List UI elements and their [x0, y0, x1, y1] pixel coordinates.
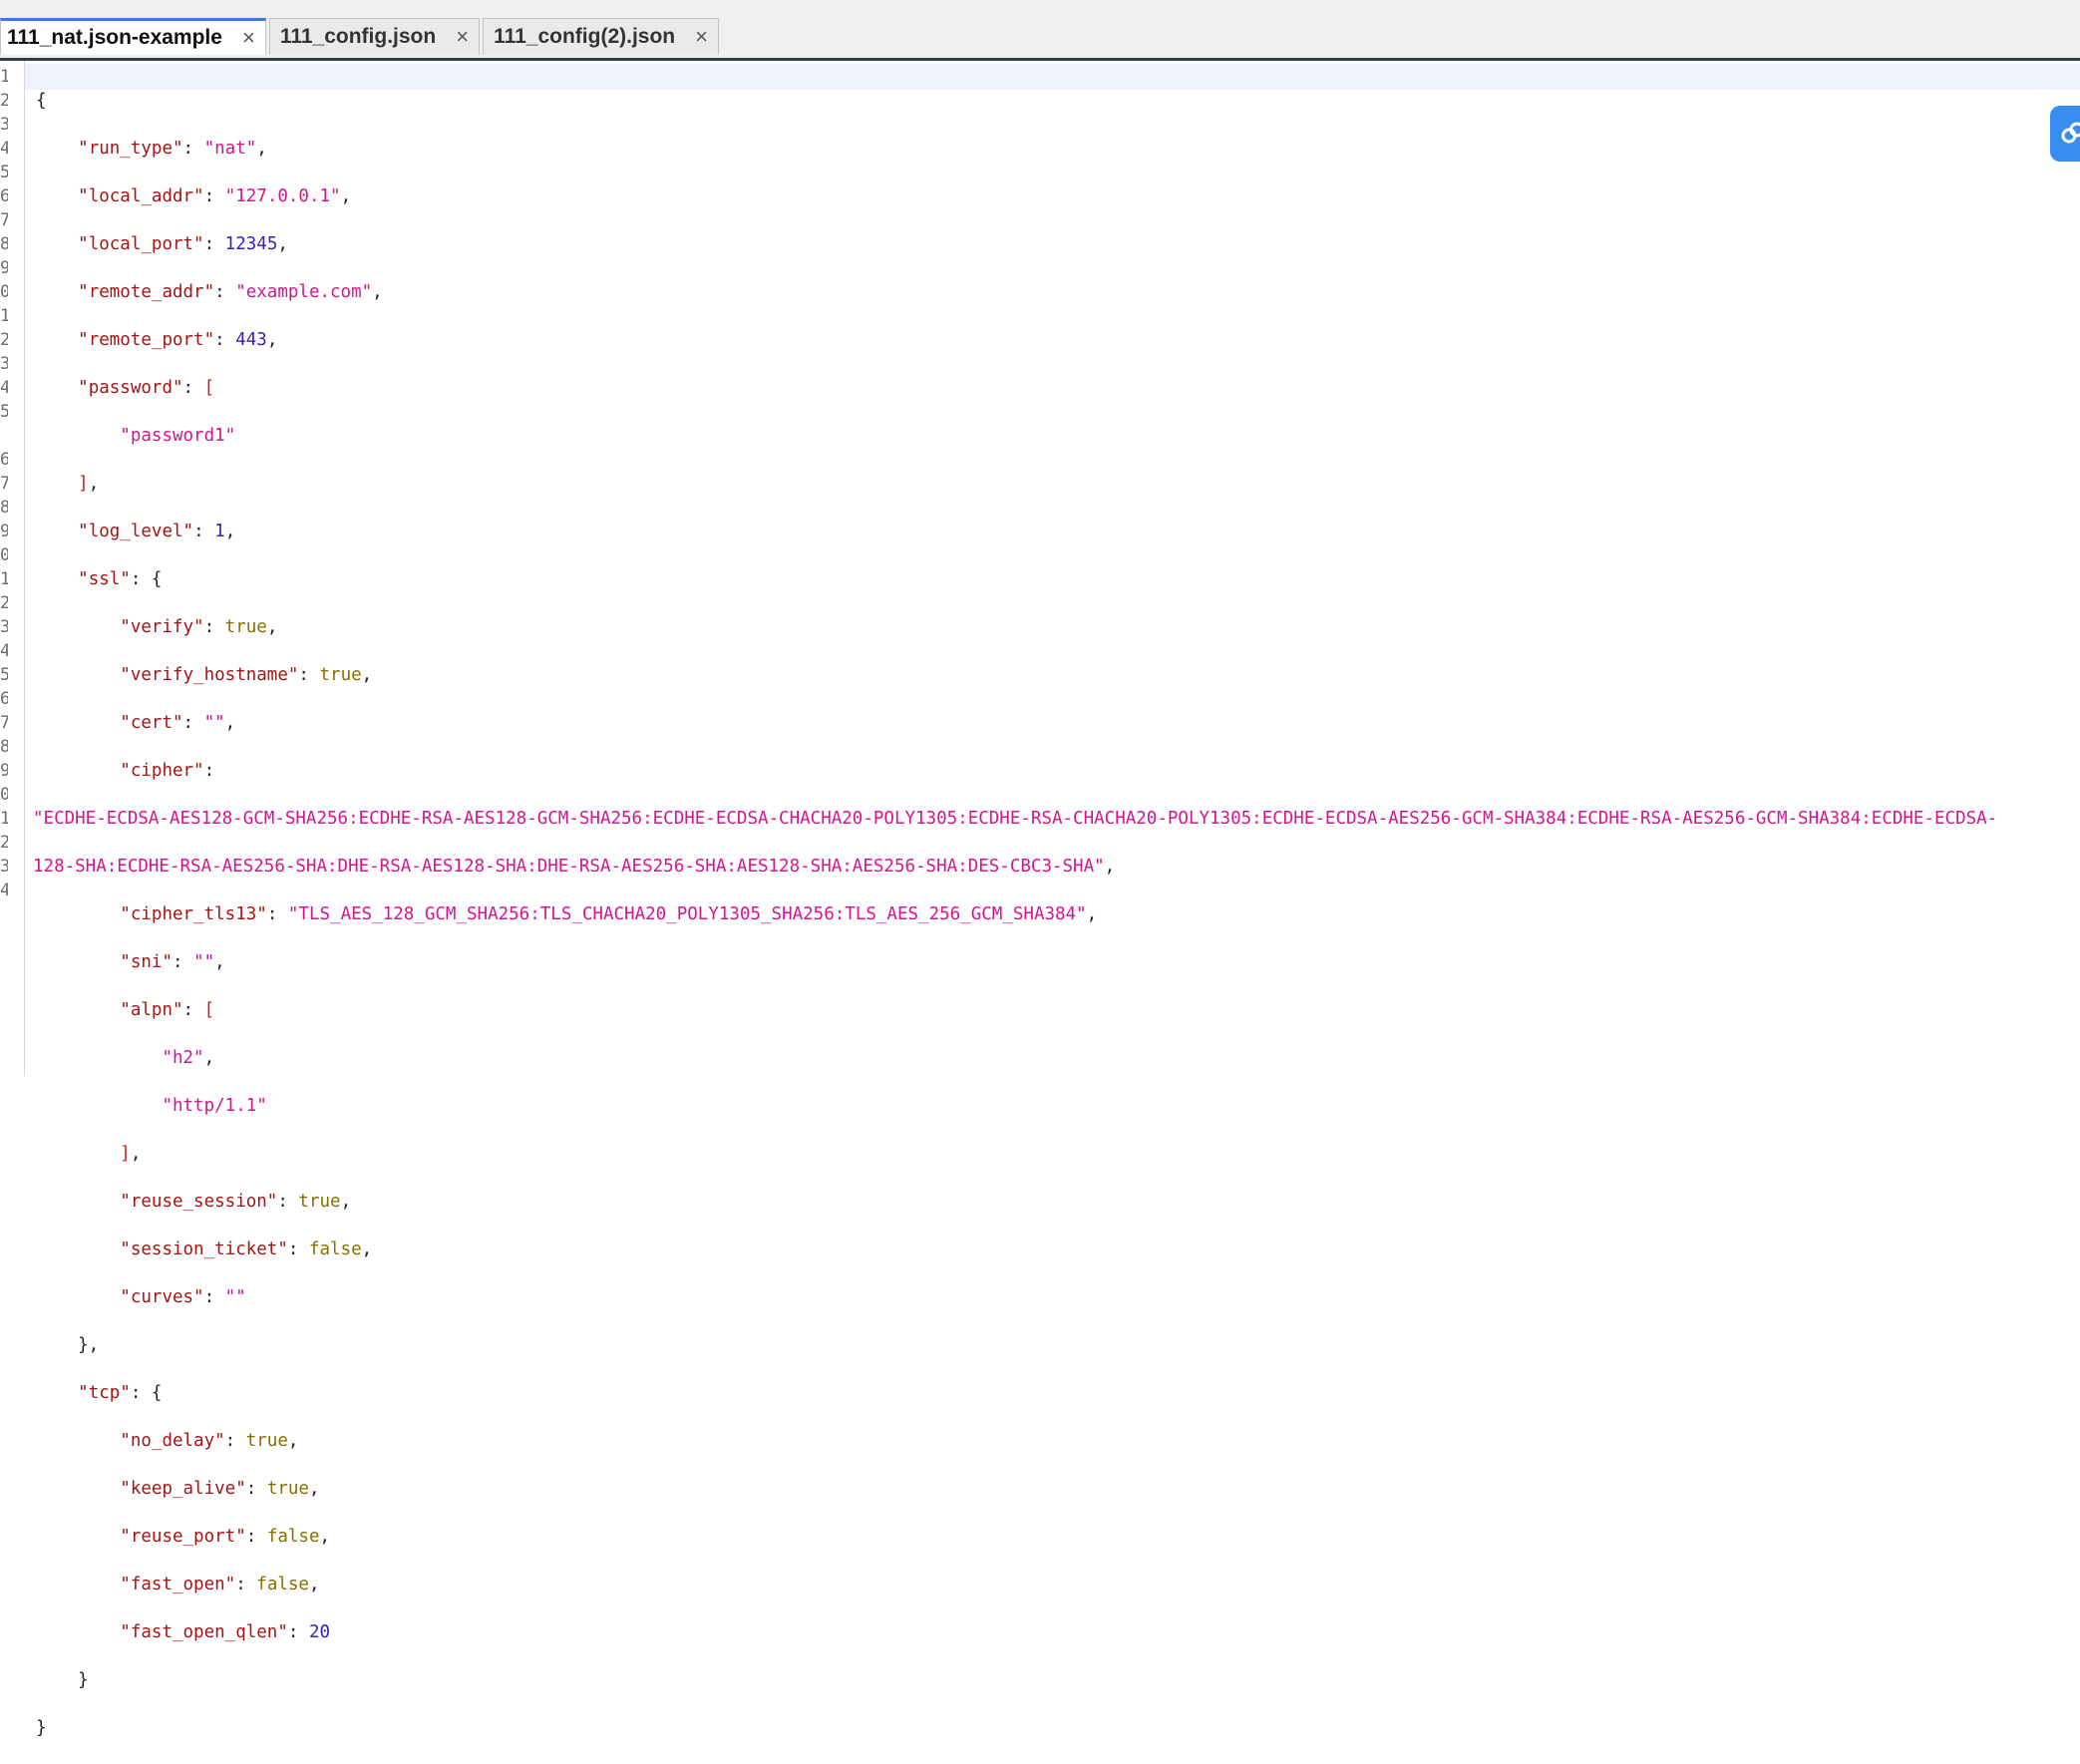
code-line: "reuse_session": true, [120, 1192, 352, 1212]
line-number: 0 [0, 282, 8, 302]
code-line: "password1" [120, 426, 236, 446]
tab-strip: 111_nat.json-example × 111_config.json ×… [0, 18, 722, 58]
code-line: }, [36, 1335, 100, 1355]
tab-config-2-json[interactable]: 111_config(2).json × [483, 18, 719, 55]
code-line: "h2", [162, 1048, 215, 1068]
line-number: 4 [0, 641, 8, 661]
close-icon[interactable]: × [242, 25, 255, 51]
line-number: 3 [0, 354, 8, 374]
code-line: "password": [ [78, 378, 215, 398]
line-number: 4 [0, 378, 8, 398]
code-line: "verify": true, [120, 617, 278, 637]
line-number: 9 [0, 258, 8, 278]
line-number: 1 [0, 67, 8, 87]
line-number: 4 [0, 881, 8, 900]
code-line: "http/1.1" [162, 1096, 267, 1116]
code-line: "ECDHE-ECDSA-AES128-GCM-SHA256:ECDHE-RSA… [33, 809, 1998, 829]
line-number: 9 [0, 522, 8, 541]
code-line: } [36, 1718, 47, 1738]
line-number: 2 [0, 91, 8, 111]
line-number: 6 [0, 186, 8, 206]
code-line: "tcp": { [78, 1383, 163, 1403]
line-number: 5 [0, 163, 8, 182]
tab-label: 111_config.json [279, 25, 437, 48]
code-line: "local_port": 12345, [78, 234, 288, 254]
code-line: "remote_port": 443, [78, 330, 278, 350]
code-line: "ssl": { [78, 569, 163, 589]
line-number: 5 [0, 665, 8, 685]
line-number: 9 [0, 761, 8, 781]
code-line: "log_level": 1, [78, 522, 236, 541]
code-line: "cipher_tls13": "TLS_AES_128_GCM_SHA256:… [120, 904, 1098, 924]
code-line: 128-SHA:ECDHE-RSA-AES256-SHA:DHE-RSA-AES… [33, 857, 1116, 877]
tab-bar: 111_nat.json-example × 111_config.json ×… [0, 0, 2080, 61]
code-line: "fast_open": false, [120, 1575, 320, 1594]
code-line: "reuse_port": false, [120, 1527, 331, 1547]
code-line: "no_delay": true, [120, 1431, 299, 1451]
code-line: "session_ticket": false, [120, 1239, 373, 1259]
line-numbers: 1 2 3 4 5 6 7 8 9 0 1 2 3 4 5 6 7 8 9 0 1 2 3 4 5 6 7 8 9 0 1 2 3 4 [0, 65, 8, 902]
code-line: { [36, 91, 47, 111]
code-line: "remote_addr": "example.com", [78, 282, 383, 302]
code-line: "sni": "", [120, 952, 225, 972]
tab-label: 111_nat.json-example [7, 26, 222, 49]
line-number: 1 [0, 306, 8, 326]
line-number: 7 [0, 713, 8, 733]
line-number: 6 [0, 450, 8, 470]
code-line: ], [78, 474, 100, 494]
editor-text-area[interactable]: { "run_type": "nat", "local_addr": "127.… [33, 65, 1998, 1764]
line-number: 8 [0, 234, 8, 254]
code-line: "local_addr": "127.0.0.1", [78, 186, 352, 206]
line-number: 6 [0, 689, 8, 709]
code-line: "verify_hostname": true, [120, 665, 373, 685]
link-icon-glyph [2061, 122, 2080, 144]
line-number: 1 [0, 809, 8, 829]
line-number: 0 [0, 785, 8, 805]
tab-label: 111_config(2).json [494, 25, 676, 48]
line-number: 0 [0, 545, 8, 565]
line-number: 3 [0, 115, 8, 135]
close-icon[interactable]: × [456, 24, 469, 50]
code-line: "curves": "" [120, 1287, 246, 1307]
code-line: "fast_open_qlen": 20 [120, 1622, 331, 1642]
code-line: "run_type": "nat", [78, 139, 267, 159]
code-line: "cert": "", [120, 713, 236, 733]
link-icon[interactable] [2050, 106, 2080, 162]
line-number: 2 [0, 330, 8, 350]
line-number: 7 [0, 210, 8, 230]
line-number: 7 [0, 474, 8, 494]
line-number: 3 [0, 857, 8, 877]
code-line: ], [120, 1144, 142, 1164]
line-number: 2 [0, 593, 8, 613]
tab-config-json[interactable]: 111_config.json × [268, 18, 481, 55]
line-number: 3 [0, 617, 8, 637]
line-number: 4 [0, 139, 8, 159]
code-line: "alpn": [ [120, 1000, 215, 1020]
line-number [0, 424, 8, 448]
tab-nat-json-example[interactable]: 111_nat.json-example × [0, 18, 266, 55]
code-line: "keep_alive": true, [120, 1479, 320, 1499]
line-number: 2 [0, 833, 8, 853]
code-line: } [36, 1670, 89, 1690]
close-icon[interactable]: × [695, 24, 708, 50]
line-number: 1 [0, 569, 8, 589]
line-number: 5 [0, 402, 8, 422]
code-line: "cipher": [120, 761, 215, 781]
line-number: 8 [0, 737, 8, 757]
line-number: 8 [0, 498, 8, 518]
